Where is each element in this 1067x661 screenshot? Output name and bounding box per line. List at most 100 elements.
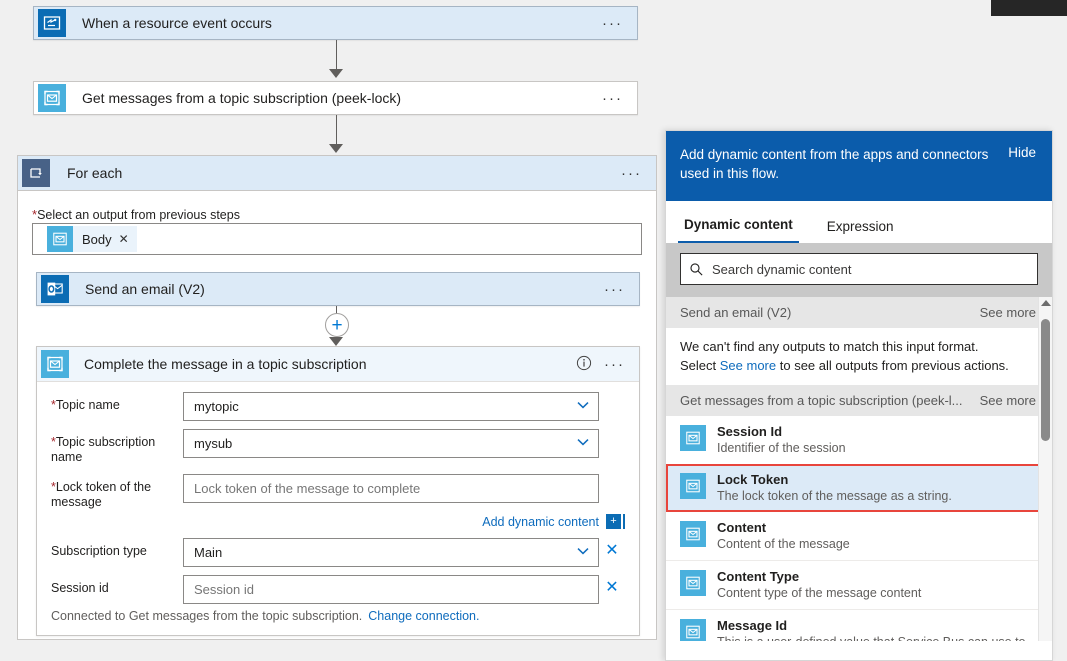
token-remove-icon[interactable]: ✕ [119,232,129,246]
scroll-up-arrow-icon[interactable] [1041,300,1051,306]
foreach-output-input[interactable]: Body ✕ [32,223,642,255]
item-name: Lock Token [717,471,1038,488]
item-name: Content Type [717,568,1038,585]
no-results-line1: We can't find any outputs to match this … [680,337,1038,356]
connector-line-1 [336,40,337,72]
dynamic-content-panel: Add dynamic content from the apps and co… [665,130,1053,661]
foreach-header[interactable]: For each ··· [18,156,656,191]
foreach-loop-icon [18,156,53,191]
complete-message-card: Complete the message in a topic subscrip… [36,346,640,636]
flow-card-get-messages-menu[interactable]: ··· [596,91,637,106]
outlook-icon [37,273,73,305]
connection-note: Connected to Get messages from the topic… [51,609,479,623]
service-bus-icon [680,425,706,451]
item-description: The lock token of the message as a strin… [717,488,1038,505]
service-bus-icon [680,473,706,499]
service-bus-icon [680,619,706,641]
field-label-topic-name: *Topic name [51,392,183,413]
dynamic-content-search-wrap [666,243,1052,297]
clear-subscription-type-icon[interactable]: ✕ [599,538,625,559]
dynamic-content-item-lock-token[interactable]: Lock Token The lock token of the message… [666,464,1052,512]
foreach-menu[interactable]: ··· [607,165,656,182]
clear-session-id-icon[interactable]: ✕ [599,575,625,596]
scrollbar-thumb[interactable] [1041,319,1050,441]
group-name: Send an email (V2) [680,305,972,320]
connector-arrow-1 [329,69,343,78]
group-header-get-messages: Get messages from a topic subscription (… [666,385,1052,416]
dynamic-content-tabs: Dynamic content Expression [666,201,1052,243]
see-more-inline-link[interactable]: See more [720,358,776,373]
item-name: Message Id [717,617,1038,634]
item-description: Content of the message [717,536,1038,553]
item-name: Content [717,519,1038,536]
event-grid-icon [34,7,70,39]
dynamic-content-panel-header: Add dynamic content from the apps and co… [666,131,1052,201]
dynamic-content-item-content-type[interactable]: Content Type Content type of the message… [666,561,1052,610]
flow-card-trigger-menu[interactable]: ··· [596,16,637,31]
service-bus-icon [34,82,70,114]
tab-dynamic-content[interactable]: Dynamic content [678,217,799,243]
connector-arrow-2 [329,144,343,153]
foreach-title: For each [53,165,607,181]
complete-message-title: Complete the message in a topic subscrip… [72,356,576,372]
see-more-link-get-messages[interactable]: See more [980,393,1036,408]
topic-name-input[interactable] [183,392,599,421]
dynamic-content-list: Send an email (V2) See more We can't fin… [666,297,1052,641]
see-more-link-send-email[interactable]: See more [980,305,1036,320]
flow-card-send-email-menu[interactable]: ··· [598,282,639,297]
service-bus-icon [680,570,706,596]
field-row-topic-subscription-name: *Topic subscription name ✕ [37,429,639,465]
flow-card-get-messages-title: Get messages from a topic subscription (… [70,90,596,106]
dynamic-content-panel-header-text: Add dynamic content from the apps and co… [680,145,998,183]
item-name: Session Id [717,423,1038,440]
field-row-lock-token: *Lock token of the message ✕ [37,474,639,510]
dynamic-content-item-message-id[interactable]: Message Id This is a user-defined value … [666,610,1052,641]
token-body-label: Body [73,232,119,247]
connector-line-2 [336,115,337,147]
flow-card-trigger-title: When a resource event occurs [70,15,596,31]
info-icon[interactable] [576,355,592,374]
session-id-input[interactable] [183,575,599,604]
field-row-subscription-type: Subscription type ✕ [37,538,639,567]
token-body[interactable]: Body ✕ [47,226,137,252]
add-dynamic-content-link[interactable]: Add dynamic content [482,515,599,529]
search-icon [689,262,704,277]
item-description: This is a user-defined value that Servic… [717,634,1038,641]
dynamic-content-scrollbar[interactable] [1038,297,1052,641]
tab-expression[interactable]: Expression [821,219,900,243]
group-name: Get messages from a topic subscription (… [680,393,972,408]
add-dynamic-content-plus-button[interactable]: + [606,514,621,529]
dynamic-content-item-session-id[interactable]: Session Id Identifier of the session [666,416,1052,464]
search-input[interactable] [704,261,1029,278]
no-results-message: We can't find any outputs to match this … [666,328,1052,385]
foreach-output-label: Select an output from previous steps [37,208,240,222]
topic-subscription-name-input[interactable] [183,429,599,458]
flow-card-send-email[interactable]: Send an email (V2) ··· [36,272,640,306]
field-label-subscription-type: Subscription type [51,538,183,559]
item-description: Content type of the message content [717,585,1038,602]
change-connection-link[interactable]: Change connection. [368,609,479,623]
subscription-type-input[interactable] [183,538,599,567]
complete-message-header[interactable]: Complete the message in a topic subscrip… [37,347,639,382]
group-header-send-email: Send an email (V2) See more [666,297,1052,328]
field-row-session-id: Session id ✕ [37,575,639,604]
flow-card-trigger[interactable]: When a resource event occurs ··· [33,6,638,40]
dynamic-content-item-content[interactable]: Content Content of the message [666,512,1052,561]
field-label-session-id: Session id [51,575,183,596]
flow-card-get-messages[interactable]: Get messages from a topic subscription (… [33,81,638,115]
service-bus-icon [680,521,706,547]
lock-token-input[interactable] [183,474,599,503]
text-caret [623,514,625,529]
foreach-output-label-wrap: *Select an output from previous steps [32,207,240,222]
complete-message-menu[interactable]: ··· [604,356,625,373]
service-bus-icon [47,226,73,252]
no-results-line2: Select See more to see all outputs from … [680,356,1038,375]
field-label-lock-token: *Lock token of the message [51,474,183,510]
dynamic-content-search-box[interactable] [680,253,1038,285]
item-description: Identifier of the session [717,440,1038,457]
field-row-topic-name: *Topic name ✕ [37,392,639,421]
top-right-dark-bar [991,0,1067,16]
field-label-topic-subscription-name: *Topic subscription name [51,429,183,465]
hide-panel-button[interactable]: Hide [1008,145,1036,160]
add-step-plus-button[interactable]: + [325,313,349,337]
